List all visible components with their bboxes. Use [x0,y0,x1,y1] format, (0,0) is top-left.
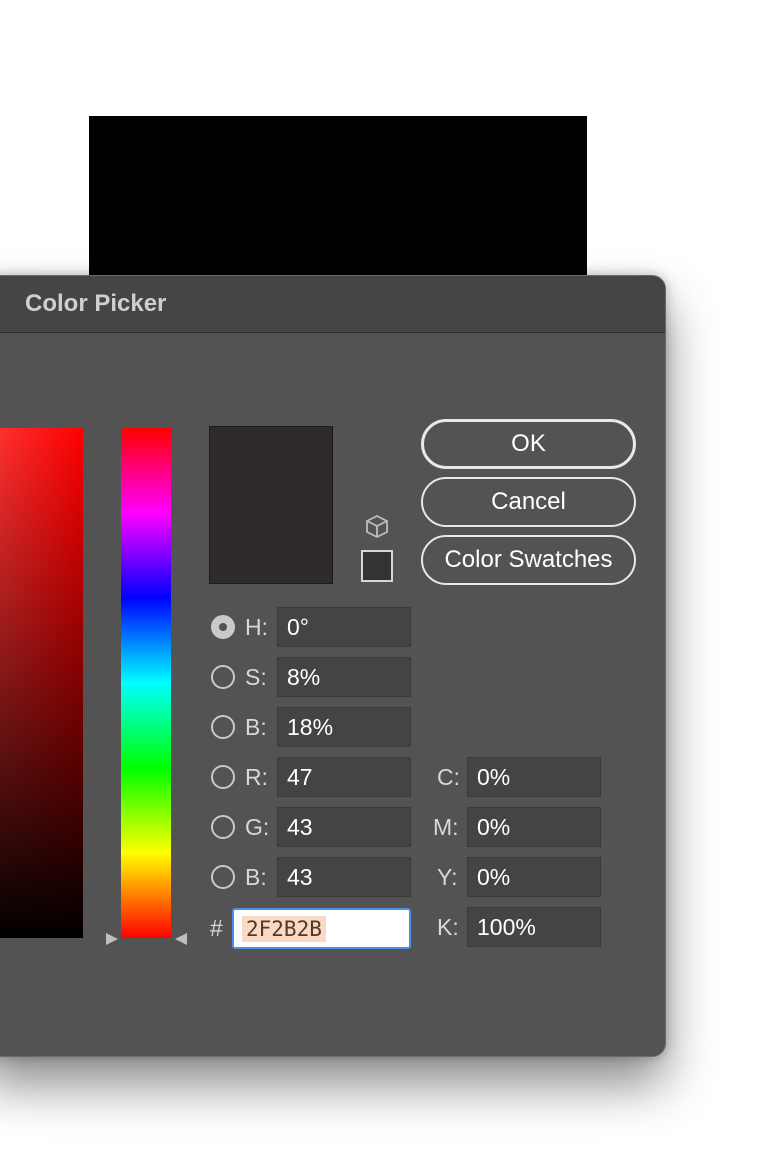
saturation-brightness-field[interactable] [0,428,83,938]
blue-input[interactable]: 43 [277,857,411,897]
hue-slider-handle-right-icon[interactable] [175,933,187,945]
cyan-label: C: [437,764,460,790]
cube-icon[interactable] [364,514,390,540]
websafe-color-swatch[interactable] [361,550,393,582]
blue-label: B: [245,864,267,890]
blue-radio[interactable] [211,865,235,889]
red-row: R: 47 [211,757,411,797]
hue-input[interactable]: 0° [277,607,411,647]
color-picker-dialog: Color Picker H: 0° S: 8% B: 18% R: 47 G:… [0,275,666,1057]
hex-value-selected: 2F2B2B [242,916,326,942]
cancel-button[interactable]: Cancel [421,477,636,527]
green-radio[interactable] [211,815,235,839]
hue-row: H: 0° [211,607,411,647]
magenta-row: M: 0% [433,807,601,847]
green-input[interactable]: 43 [277,807,411,847]
yellow-input[interactable]: 0% [467,857,601,897]
yellow-label: Y: [437,864,458,890]
brightness-label: B: [245,714,267,740]
saturation-input[interactable]: 8% [277,657,411,697]
blue-row: B: 43 [211,857,411,897]
black-row: K: 100% [437,907,601,947]
saturation-label: S: [245,664,267,690]
magenta-label: M: [433,814,459,840]
brightness-row: B: 18% [211,707,411,747]
cyan-input[interactable]: 0% [467,757,601,797]
red-input[interactable]: 47 [277,757,411,797]
yellow-row: Y: 0% [437,857,601,897]
green-label: G: [245,814,270,840]
saturation-row: S: 8% [211,657,411,697]
color-swatches-button[interactable]: Color Swatches [421,535,636,585]
ok-button[interactable]: OK [421,419,636,469]
dialog-title: Color Picker [25,290,167,317]
brightness-input[interactable]: 18% [277,707,411,747]
brightness-radio[interactable] [211,715,235,739]
hue-slider-handle-left-icon[interactable] [106,933,118,945]
red-label: R: [245,764,268,790]
hue-radio[interactable] [211,615,235,639]
black-input[interactable]: 100% [467,907,601,947]
hue-label: H: [245,614,268,640]
red-radio[interactable] [211,765,235,789]
background-black-shape [89,116,587,286]
black-label: K: [437,914,459,940]
magenta-input[interactable]: 0% [467,807,601,847]
dialog-titlebar[interactable]: Color Picker [0,276,665,333]
hex-input[interactable]: 2F2B2B [232,908,411,949]
green-row: G: 43 [211,807,411,847]
hex-label: # [210,915,223,941]
hue-slider[interactable] [121,428,171,938]
cyan-row: C: 0% [437,757,601,797]
color-preview [209,426,333,584]
saturation-radio[interactable] [211,665,235,689]
